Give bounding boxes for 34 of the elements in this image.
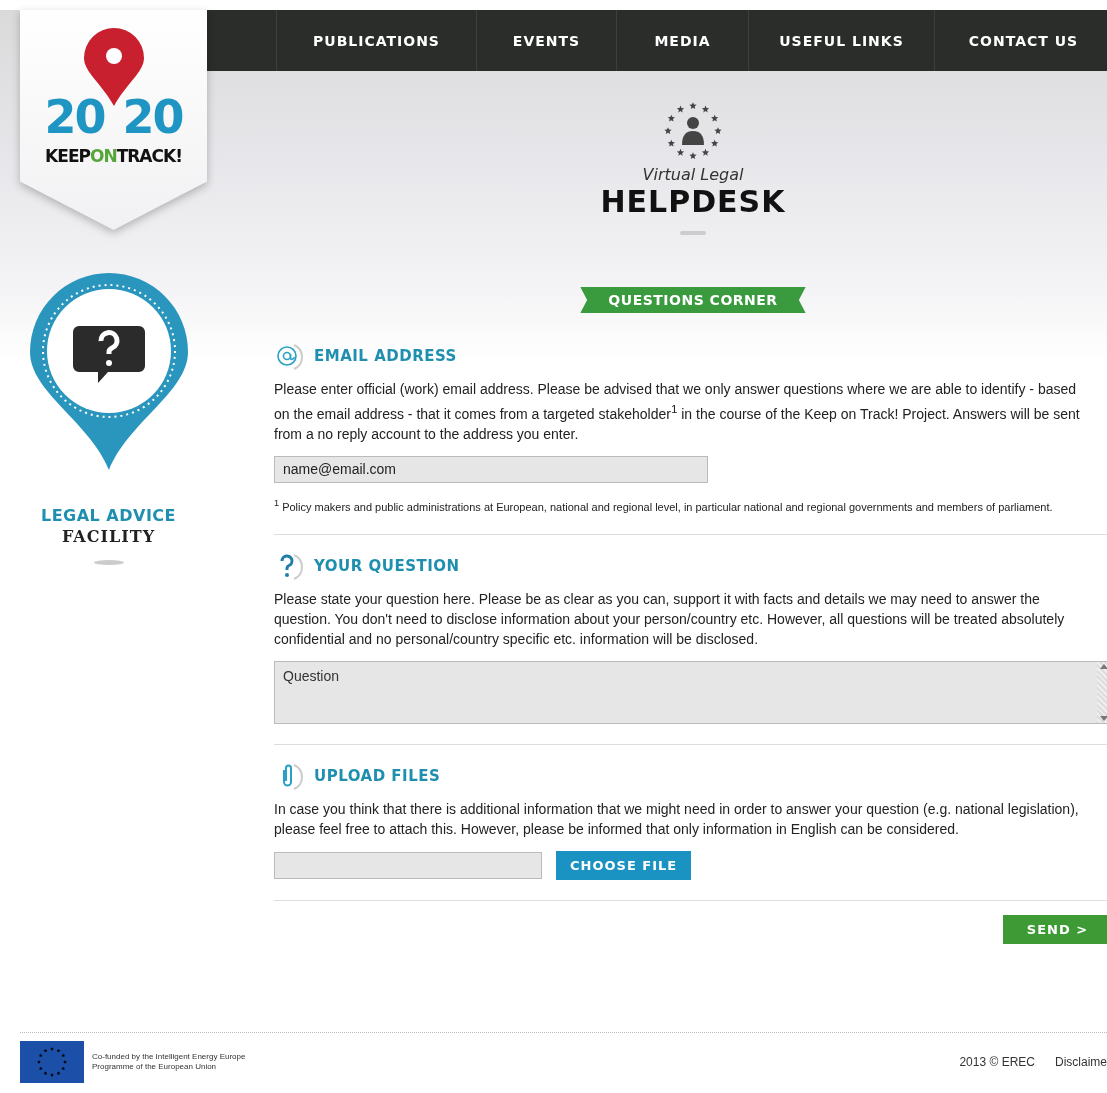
nav-link[interactable]: MEDIA — [616, 10, 748, 71]
copyright: 2013 © EREC — [959, 1055, 1035, 1069]
logo-number: 20 — [122, 90, 183, 144]
funding-note: Programme of the European Union — [92, 1062, 218, 1072]
sidebar-title: LEGAL ADVICE — [40, 506, 177, 525]
section-heading: YOUR QUESTION — [314, 557, 460, 576]
flag-icon — [20, 1041, 84, 1083]
logo-number: 20 — [44, 90, 105, 144]
at-sign-icon — [274, 341, 306, 371]
file-path-field[interactable] — [274, 852, 542, 880]
scrollbar[interactable] — [1097, 662, 1107, 724]
section-description: Please enter official (work) email address. Please be advised that we only answer questions where we are able to identify - based on the email address - that it comes from a targeted stakeholder$^{1}$ in the course of the Keep on Track! Project. Answers will be sent from a no reply account to the address you enter. — [274, 380, 1081, 444]
hero-title: HELPDESK — [600, 184, 786, 219]
logo-tagline: KEEPONTRACK! — [45, 146, 182, 166]
nav-link[interactable]: CONTACT US — [934, 10, 1107, 71]
scroll-up-icon[interactable] — [1099, 662, 1107, 671]
section-heading: UPLOAD FILES — [314, 767, 441, 786]
send-button[interactable]: SEND > — [1003, 915, 1107, 945]
section-description: Please state your question here. Please be as clear as you can, support it with facts and details we may need to answer the question. You don't need to disclose information about your person/country etc. However, all questions will be treated absolutely confidential and no personal/country specific etc. information will be disclosed. — [274, 590, 1066, 650]
email-field[interactable]: name@email.com — [274, 455, 708, 483]
hero-subtitle: Virtual Legal — [642, 165, 744, 184]
sidebar-subtitle: FACILITY — [61, 527, 156, 546]
section-heading: EMAIL ADDRESS — [314, 347, 457, 365]
nav-link[interactable]: USEFUL LINKS — [748, 10, 934, 71]
footnote: $^{1}$ Policy makers and public administrations at European, national and regional level, in particular national and regional governments and members of parliament. — [274, 496, 1054, 515]
person-stars-icon — [663, 101, 723, 161]
disclaimer-link[interactable]: Disclaime — [1055, 1055, 1107, 1069]
choose-file-button[interactable]: CHOOSE FILE — [556, 851, 692, 881]
question-field[interactable]: Question — [274, 661, 1107, 725]
nav-link[interactable]: EVENTS — [476, 10, 616, 71]
nav-link[interactable]: PUBLICATIONS — [276, 10, 476, 71]
funding-note: Co-funded by the Intelligent Energy Europe — [92, 1052, 246, 1062]
section-ribbon: QUESTIONS CORNER — [580, 287, 806, 313]
section-description: In case you think that there is additional information that we might need in order to answer your question (e.g. national legislation), please feel free to attach this. However, please be informed that only information in English can be considered. — [274, 800, 1080, 840]
